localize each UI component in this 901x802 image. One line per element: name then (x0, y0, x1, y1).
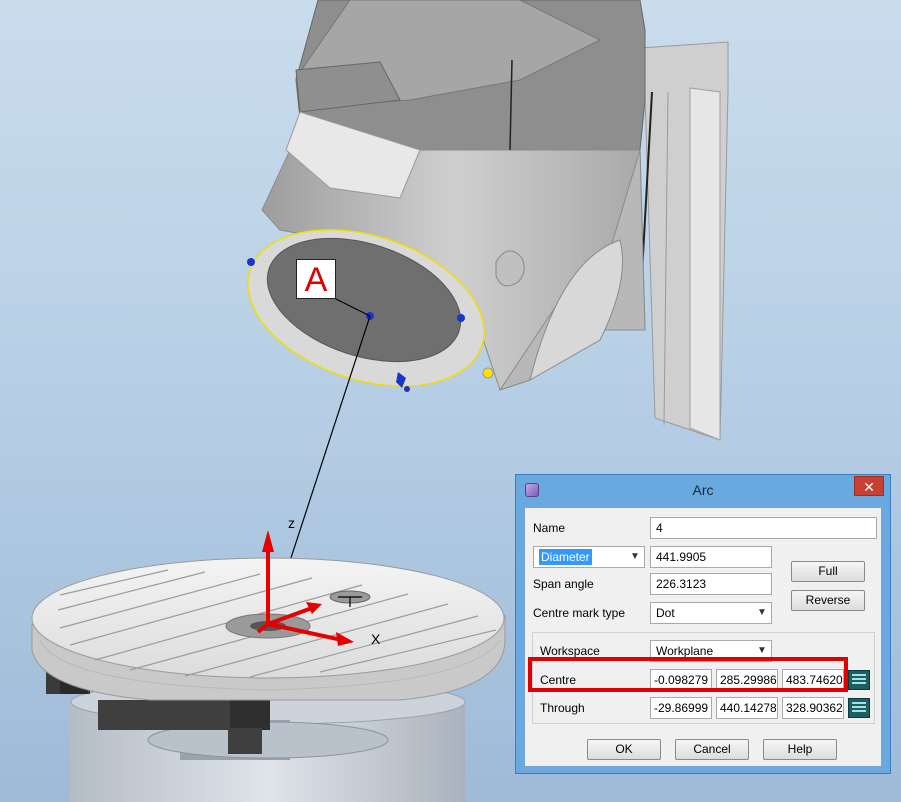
workspace-value: Workplane (656, 644, 714, 658)
through-z-field[interactable]: 328.90362 (782, 697, 844, 719)
cancel-button[interactable]: Cancel (675, 739, 749, 760)
ok-button[interactable]: OK (587, 739, 661, 760)
chevron-down-icon: ▼ (630, 551, 640, 562)
size-mode-select[interactable]: Diameter ▼ (533, 546, 645, 568)
workspace-label: Workspace (540, 644, 600, 658)
arc-dialog: Arc ✕ Name 4 Diameter ▼ 441.9905 Span an… (515, 474, 891, 774)
span-angle-field[interactable]: 226.3123 (650, 573, 772, 595)
size-mode-value: Diameter (539, 549, 592, 565)
close-button[interactable]: ✕ (854, 476, 884, 496)
name-field[interactable]: 4 (650, 517, 877, 539)
through-position-picker-icon[interactable] (848, 698, 870, 718)
diameter-field[interactable]: 441.9905 (650, 546, 772, 568)
axis-x-label: X (371, 631, 381, 647)
back-plate (639, 41, 729, 441)
callout-a-label: A (296, 259, 336, 299)
centre-mark-type-value: Dot (656, 606, 675, 620)
centre-mark-type-select[interactable]: Dot ▼ (650, 602, 772, 624)
chevron-down-icon: ▼ (757, 607, 767, 618)
centre-mark-type-label: Centre mark type (533, 606, 626, 620)
reverse-button[interactable]: Reverse (791, 590, 865, 611)
name-label: Name (533, 521, 566, 535)
through-x-field[interactable]: -29.86999 (650, 697, 712, 719)
full-button[interactable]: Full (791, 561, 865, 582)
through-label: Through (540, 701, 585, 715)
centre-position-picker-icon[interactable] (848, 670, 870, 690)
dialog-title: Arc (692, 482, 714, 498)
dialog-body: Name 4 Diameter ▼ 441.9905 Span angle 22… (524, 507, 882, 767)
axis-z-label: z (288, 515, 295, 531)
centre-highlight-box (528, 657, 848, 692)
help-button[interactable]: Help (763, 739, 837, 760)
dialog-titlebar[interactable]: Arc ✕ (516, 475, 890, 505)
span-angle-label: Span angle (533, 577, 594, 591)
through-y-field[interactable]: 440.14278 (716, 697, 778, 719)
